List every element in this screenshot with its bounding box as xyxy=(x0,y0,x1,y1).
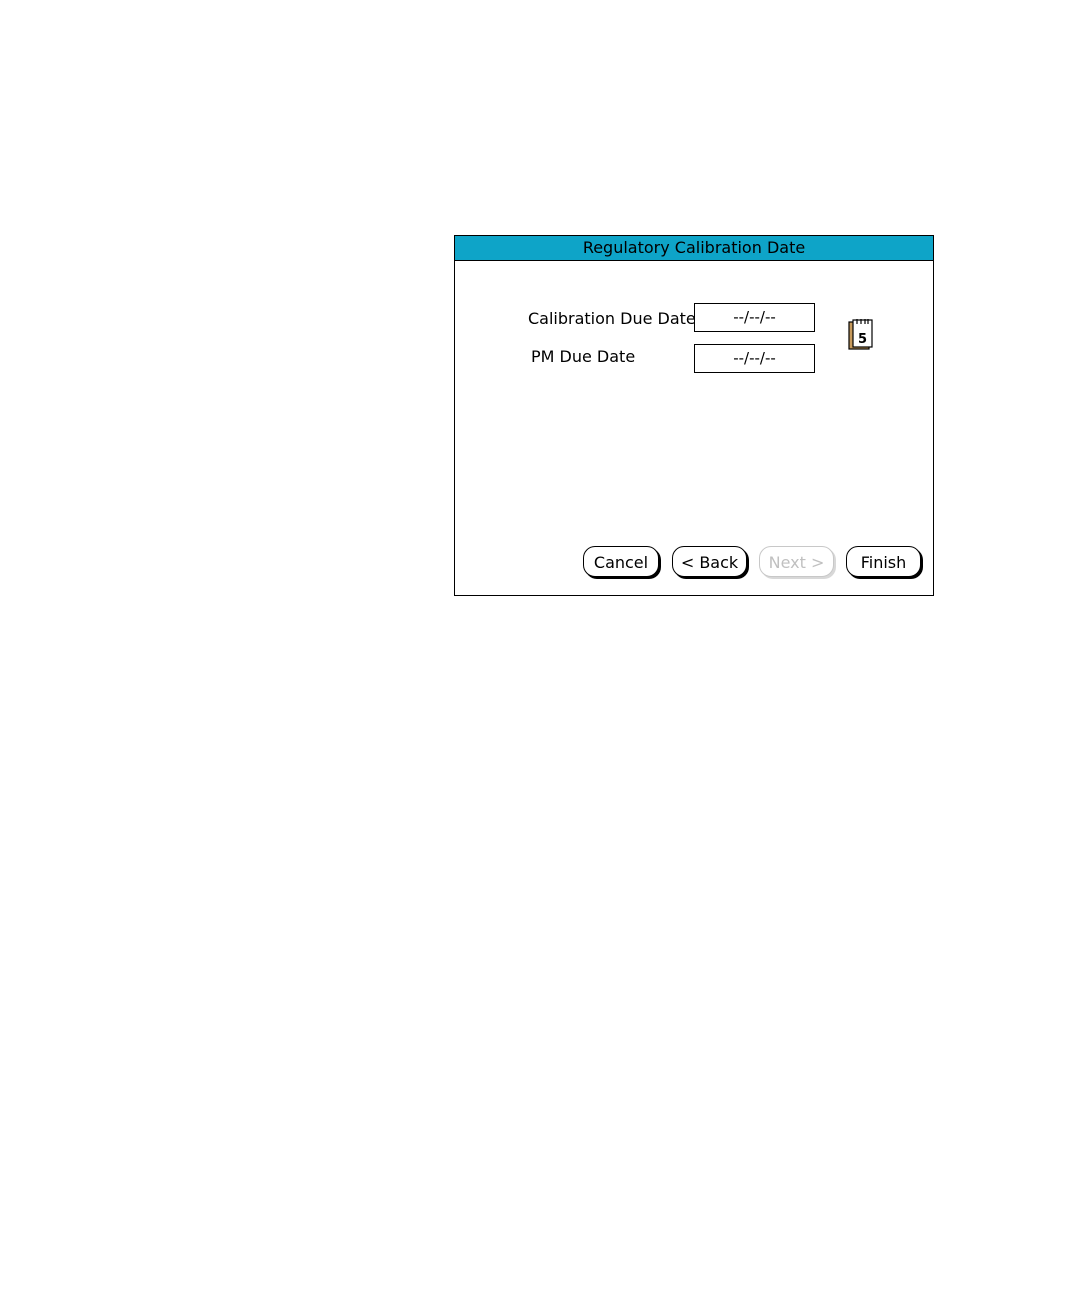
dialog-title: Regulatory Calibration Date xyxy=(455,236,933,261)
calibration-due-date-field[interactable]: --/--/-- xyxy=(694,303,815,332)
calibration-due-date-label: Calibration Due Date xyxy=(528,309,696,328)
cancel-button[interactable]: Cancel xyxy=(583,546,659,577)
pm-due-date-label: PM Due Date xyxy=(531,347,636,366)
back-button[interactable]: < Back xyxy=(672,546,747,577)
pm-due-date-field[interactable]: --/--/-- xyxy=(694,344,815,373)
calendar-day-number: 5 xyxy=(858,332,867,347)
calendar-icon[interactable]: 5 xyxy=(847,318,875,352)
finish-button[interactable]: Finish xyxy=(846,546,921,577)
next-button[interactable]: Next > xyxy=(759,546,834,577)
calibration-date-dialog: Regulatory Calibration Date Calibration … xyxy=(454,235,934,596)
